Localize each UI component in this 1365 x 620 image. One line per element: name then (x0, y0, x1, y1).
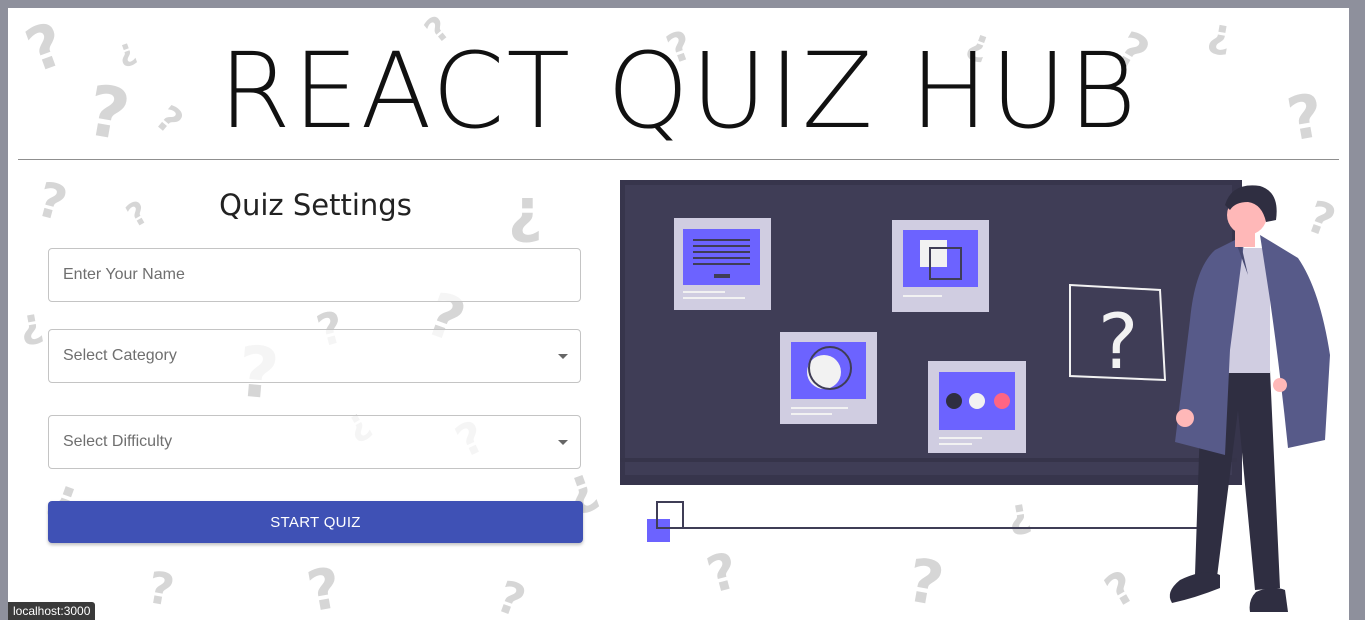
status-url-bar: localhost:3000 (8, 602, 96, 620)
header-divider (18, 159, 1339, 160)
chevron-down-icon (558, 354, 568, 359)
name-field[interactable] (48, 248, 581, 302)
chevron-down-icon (558, 440, 568, 445)
floor-decoration (647, 501, 1210, 542)
name-input[interactable] (49, 249, 580, 301)
board-illustration: ? (620, 180, 1242, 485)
page-frame: ? ? ? ? ? ? ? ? ? ? ? ? ? ? ? ? ? ? ? ? … (8, 8, 1349, 620)
difficulty-select-label: Select Difficulty (63, 433, 173, 450)
category-select[interactable]: Select Category (48, 329, 581, 383)
settings-title: Quiz Settings (219, 188, 412, 222)
page-title: REACT QUIZ HUB (218, 30, 1139, 152)
question-mark-icon: ? (1098, 297, 1138, 386)
category-select-label: Select Category (63, 347, 177, 364)
start-quiz-button[interactable]: START QUIZ (48, 501, 583, 543)
quiz-illustration: ? (620, 180, 1330, 612)
difficulty-select[interactable]: Select Difficulty (48, 415, 581, 469)
